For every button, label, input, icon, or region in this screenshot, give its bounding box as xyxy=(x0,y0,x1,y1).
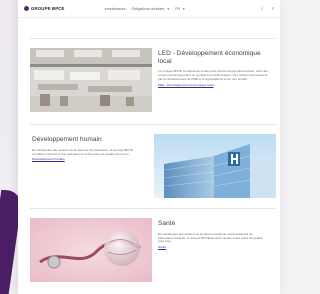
section-link[interactable]: SEE - Développement économique local xyxy=(158,83,268,87)
section-body: Le Groupe BPCE contribue au soutien des … xyxy=(158,69,268,81)
office-photo xyxy=(30,48,152,112)
section-body: En refinançant des acteurs de la santé e… xyxy=(32,147,133,156)
section-link[interactable]: Santé xyxy=(158,245,268,249)
section-link[interactable]: Développement humain xyxy=(32,157,142,161)
section-developpement-humain: Développement humain En refinançant des … xyxy=(30,124,276,198)
top-bar: GROUPE BPCE Investisseurs Obligations du… xyxy=(18,0,280,18)
section-title: LED - Développement économique local xyxy=(158,50,261,65)
section-divider xyxy=(30,38,276,39)
nav-item-language[interactable]: FR ▾ xyxy=(175,7,185,11)
nav-item-obligations[interactable]: Obligations durables ▾ xyxy=(132,7,170,11)
search-icon[interactable]: ⌕ xyxy=(261,6,263,11)
brand-mark-icon xyxy=(24,6,29,11)
section-text: Développement humain En refinançant des … xyxy=(32,136,142,161)
section-sante: Santé En refinançant des acteurs de la s… xyxy=(30,208,276,282)
nav-item-investisseurs[interactable]: Investisseurs xyxy=(105,7,126,11)
brand-name: GROUPE BPCE xyxy=(31,6,65,11)
section-title: Développement humain xyxy=(32,136,102,143)
menu-icon[interactable]: ≡ xyxy=(271,6,274,11)
section-divider xyxy=(30,208,276,209)
top-nav: Investisseurs Obligations durables ▾ FR ▾ xyxy=(105,7,185,11)
topbar-icons: ⌕ ≡ xyxy=(261,6,274,11)
brand-logo[interactable]: GROUPE BPCE xyxy=(24,6,65,11)
section-text: Santé En refinançant des acteurs de la s… xyxy=(158,220,268,249)
section-led: LED - Développement économique local Le … xyxy=(30,38,276,112)
section-divider xyxy=(30,124,276,125)
stethoscope-photo xyxy=(30,218,152,282)
content-card: GROUPE BPCE Investisseurs Obligations du… xyxy=(18,0,280,294)
section-body: En refinançant des acteurs de la santé i… xyxy=(158,231,263,244)
hospital-photo xyxy=(154,134,276,198)
chevron-down-icon: ▾ xyxy=(167,6,170,11)
section-text: LED - Développement économique local Le … xyxy=(158,50,268,87)
section-title: Santé xyxy=(158,220,176,227)
chevron-down-icon: ▾ xyxy=(182,6,185,11)
